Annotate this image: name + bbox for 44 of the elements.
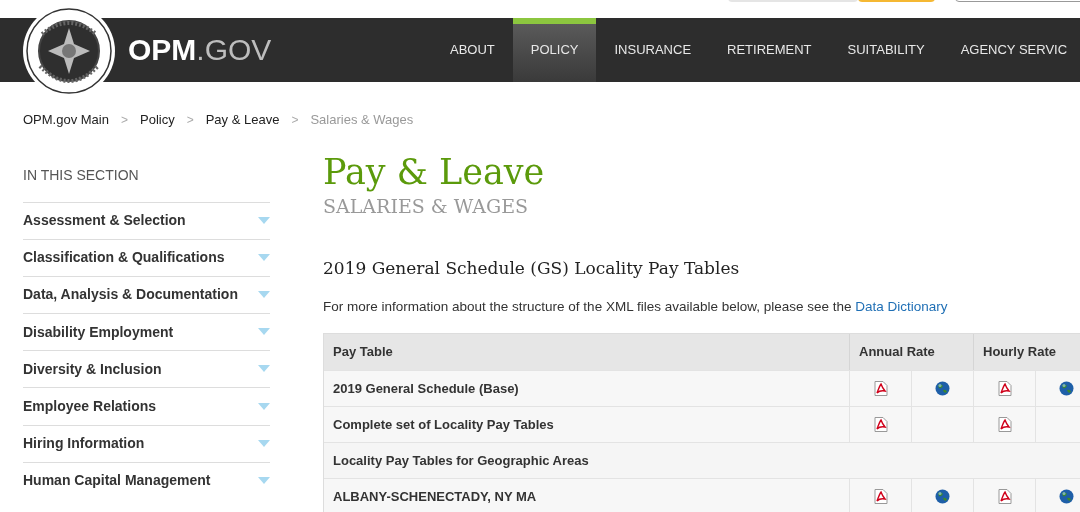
breadcrumb-separator: > [291, 111, 299, 129]
sidebar-item[interactable]: Assessment & Selection [23, 201, 270, 239]
data-dictionary-link[interactable]: Data Dictionary [855, 298, 948, 314]
globe-icon[interactable] [1059, 488, 1074, 504]
column-header: Pay Table [332, 343, 394, 361]
sidebar-item[interactable]: Diversity & Inclusion [23, 350, 270, 388]
globe-icon[interactable] [935, 488, 950, 504]
page-title: Pay & Leave [323, 151, 546, 192]
column-header: Annual Rate [849, 333, 973, 370]
sidebar-item[interactable]: Human Capital Management [23, 461, 270, 499]
pdf-icon[interactable] [873, 416, 888, 432]
nav-tab[interactable]: RETIREMENT [709, 18, 830, 82]
pdf-icon[interactable] [997, 416, 1012, 432]
nav-tab[interactable]: AGENCY SERVIC [942, 18, 1080, 82]
table-cell-text: ALBANY-SCHENECTADY, NY MA [332, 487, 538, 506]
globe-icon[interactable] [935, 380, 950, 396]
sidebar-item[interactable]: Disability Employment [23, 313, 270, 351]
section-title: 2019 General Schedule (GS) Locality Pay Tables [323, 256, 741, 279]
nav-tab[interactable]: ABOUT [432, 18, 513, 82]
pdf-icon[interactable] [997, 380, 1012, 396]
breadcrumb-link[interactable]: OPM.gov Main [23, 110, 109, 130]
nav-tab[interactable]: POLICY [512, 18, 597, 82]
nav-tab[interactable]: SUITABILITY [829, 18, 943, 82]
pdf-icon[interactable] [873, 488, 888, 504]
table-cell-text: Locality Pay Tables for Geographic Areas [332, 451, 590, 470]
breadcrumb-link[interactable]: Pay & Leave [205, 110, 280, 130]
pdf-icon[interactable] [873, 380, 888, 396]
site-logo-text[interactable]: OPM.GOV [128, 33, 272, 67]
breadcrumb-separator: > [121, 111, 128, 129]
sidebar-item[interactable]: Classification & Qualifications [23, 238, 270, 276]
breadcrumb-separator: > [186, 111, 194, 129]
page-subtitle: SALARIES & WAGES [323, 193, 530, 219]
breadcrumb-link[interactable]: Policy [140, 110, 175, 130]
pdf-icon[interactable] [997, 488, 1012, 504]
sidebar-item[interactable]: Data, Analysis & Documentation [23, 275, 270, 314]
nav-tab[interactable]: INSURANCE [596, 18, 710, 82]
column-header: Hourly Rate [973, 333, 1080, 370]
sidebar-item[interactable]: Hiring Information [23, 424, 270, 462]
section-heading: IN THIS SECTION [23, 165, 140, 184]
globe-icon[interactable] [1059, 380, 1074, 396]
intro-text: For more information about the structure of the XML files available below, please see the Data Dictionary [323, 297, 949, 316]
table-cell-text: 2019 General Schedule (Base) [332, 379, 520, 398]
table-cell-text: Complete set of Locality Pay Tables [332, 415, 555, 434]
sidebar-item[interactable]: Employee Relations [23, 387, 270, 425]
